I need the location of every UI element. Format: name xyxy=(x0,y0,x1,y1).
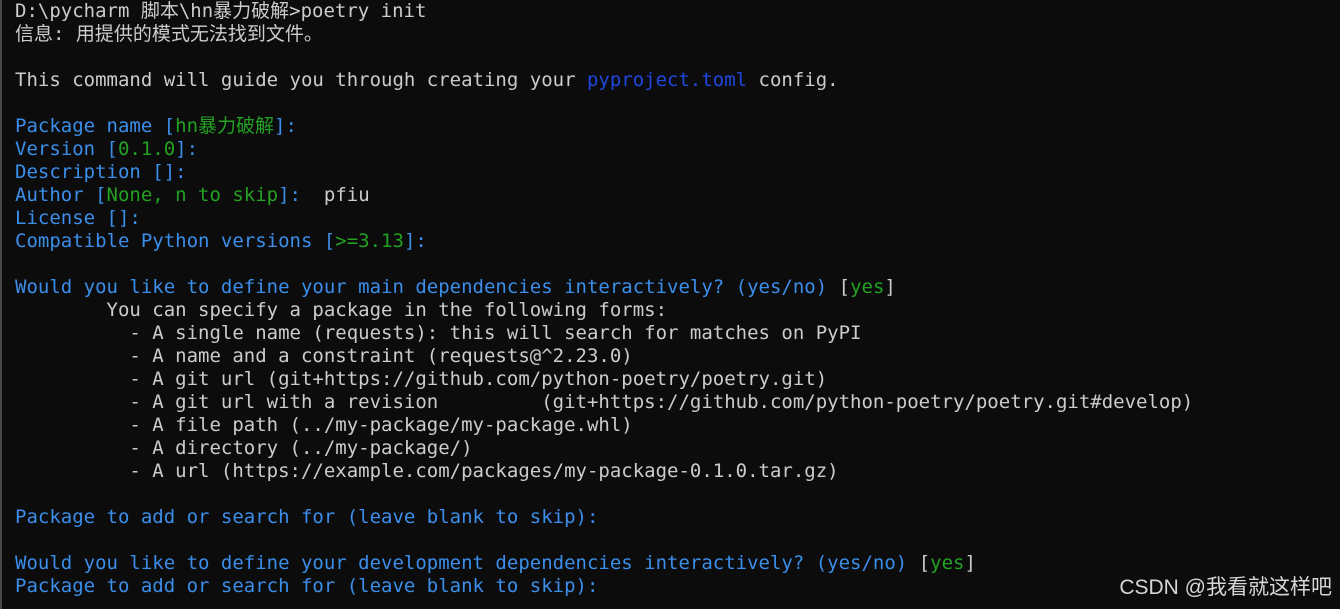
pyproject-link: pyproject.toml xyxy=(586,69,748,91)
dev-deps-question: Would you like to define your developmen… xyxy=(15,552,976,575)
license-prompt: License []: xyxy=(15,207,141,229)
prompt-default: >=3.13 xyxy=(335,230,404,252)
prompt-end: ]: xyxy=(274,115,297,137)
prompt-default: None, n to skip xyxy=(106,184,279,206)
description-prompt: Description []: xyxy=(15,161,187,183)
form-item: - A name and a constraint (requests@^2.2… xyxy=(15,345,633,367)
package-name-prompt: Package name [hn暴力破解]: xyxy=(15,115,297,138)
prompt-default: 0.1.0 xyxy=(117,138,176,160)
form-item: - A single name (requests): this will se… xyxy=(15,322,862,344)
add-package-prompt: Package to add or search for (leave blan… xyxy=(15,506,599,528)
question-text: Would you like to define your main depen… xyxy=(15,276,828,298)
bracket-close: ] xyxy=(884,276,896,298)
watermark: CSDN @我看就这样吧 xyxy=(1119,576,1332,599)
form-item: - A git url with a revision (git+https:/… xyxy=(15,391,1194,413)
command-line: D:\pycharm 脚本\hn暴力破解>poetry init xyxy=(15,0,427,22)
bracket-open: [ xyxy=(907,552,931,574)
prompt-label: Compatible Python versions [ xyxy=(15,230,336,252)
author-prompt: Author [None, n to skip]: pfiu xyxy=(15,184,370,207)
prompt-end: ]: xyxy=(278,184,301,206)
prompt-default: hn暴力破解 xyxy=(175,115,275,137)
prompt-end: ]: xyxy=(175,138,199,160)
form-item: - A file path (../my-package/my-package.… xyxy=(15,414,633,436)
question-text: Would you like to define your developmen… xyxy=(15,552,908,574)
terminal-window[interactable]: D:\pycharm 脚本\hn暴力破解>poetry init 信息: 用提供… xyxy=(0,0,1340,609)
python-versions-prompt: Compatible Python versions [>=3.13]: xyxy=(15,230,427,253)
guide-line: This command will guide you through crea… xyxy=(15,69,839,92)
version-prompt: Version [0.1.0]: xyxy=(15,138,198,161)
prompt-label: Author [ xyxy=(15,184,107,206)
add-dev-package-prompt: Package to add or search for (leave blan… xyxy=(15,575,599,597)
prompt-label: Package name [ xyxy=(15,115,176,137)
bracket-close: ] xyxy=(964,552,976,574)
guide-text: This command will guide you through crea… xyxy=(15,69,587,91)
form-item: - A directory (../my-package/) xyxy=(15,437,473,459)
guide-text-end: config. xyxy=(747,69,839,91)
form-item: - A git url (git+https://github.com/pyth… xyxy=(15,368,828,390)
prompt-end: ]: xyxy=(403,230,427,252)
prompt-label: Version [ xyxy=(15,138,118,160)
info-message: 信息: 用提供的模式无法找到文件。 xyxy=(15,23,323,45)
forms-intro: You can specify a package in the followi… xyxy=(15,299,668,321)
main-deps-question: Would you like to define your main depen… xyxy=(15,276,896,299)
prompt-default: yes xyxy=(850,276,885,298)
bracket-open: [ xyxy=(827,276,851,298)
author-input: pfiu xyxy=(301,184,370,206)
form-item: - A url (https://example.com/packages/my… xyxy=(15,460,839,482)
prompt-default: yes xyxy=(930,552,965,574)
